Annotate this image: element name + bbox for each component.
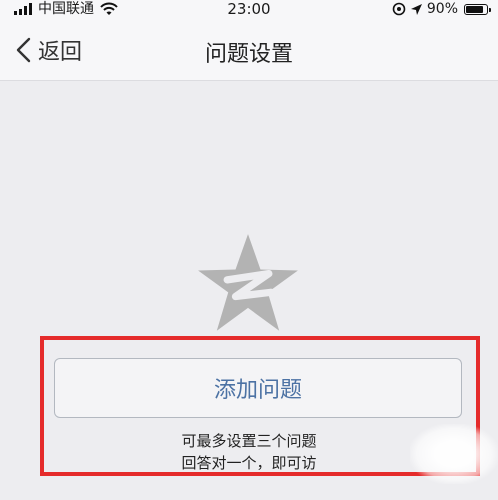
page-title: 问题设置 (204, 42, 293, 67)
location-lock-icon (392, 2, 406, 16)
qzone-star-logo (198, 234, 298, 331)
battery-percent: 90% (426, 1, 458, 17)
status-right: 90% (392, 0, 491, 18)
add-question-button[interactable]: 添加问题 (54, 358, 462, 418)
status-bar: 中国联通 23:00 90% (0, 0, 498, 18)
battery-icon (464, 3, 491, 15)
battery-fill (466, 5, 484, 13)
watermark-overlay (410, 424, 498, 484)
location-arrow-icon (410, 3, 422, 15)
nav-bar: 返回 问题设置 (0, 18, 498, 81)
